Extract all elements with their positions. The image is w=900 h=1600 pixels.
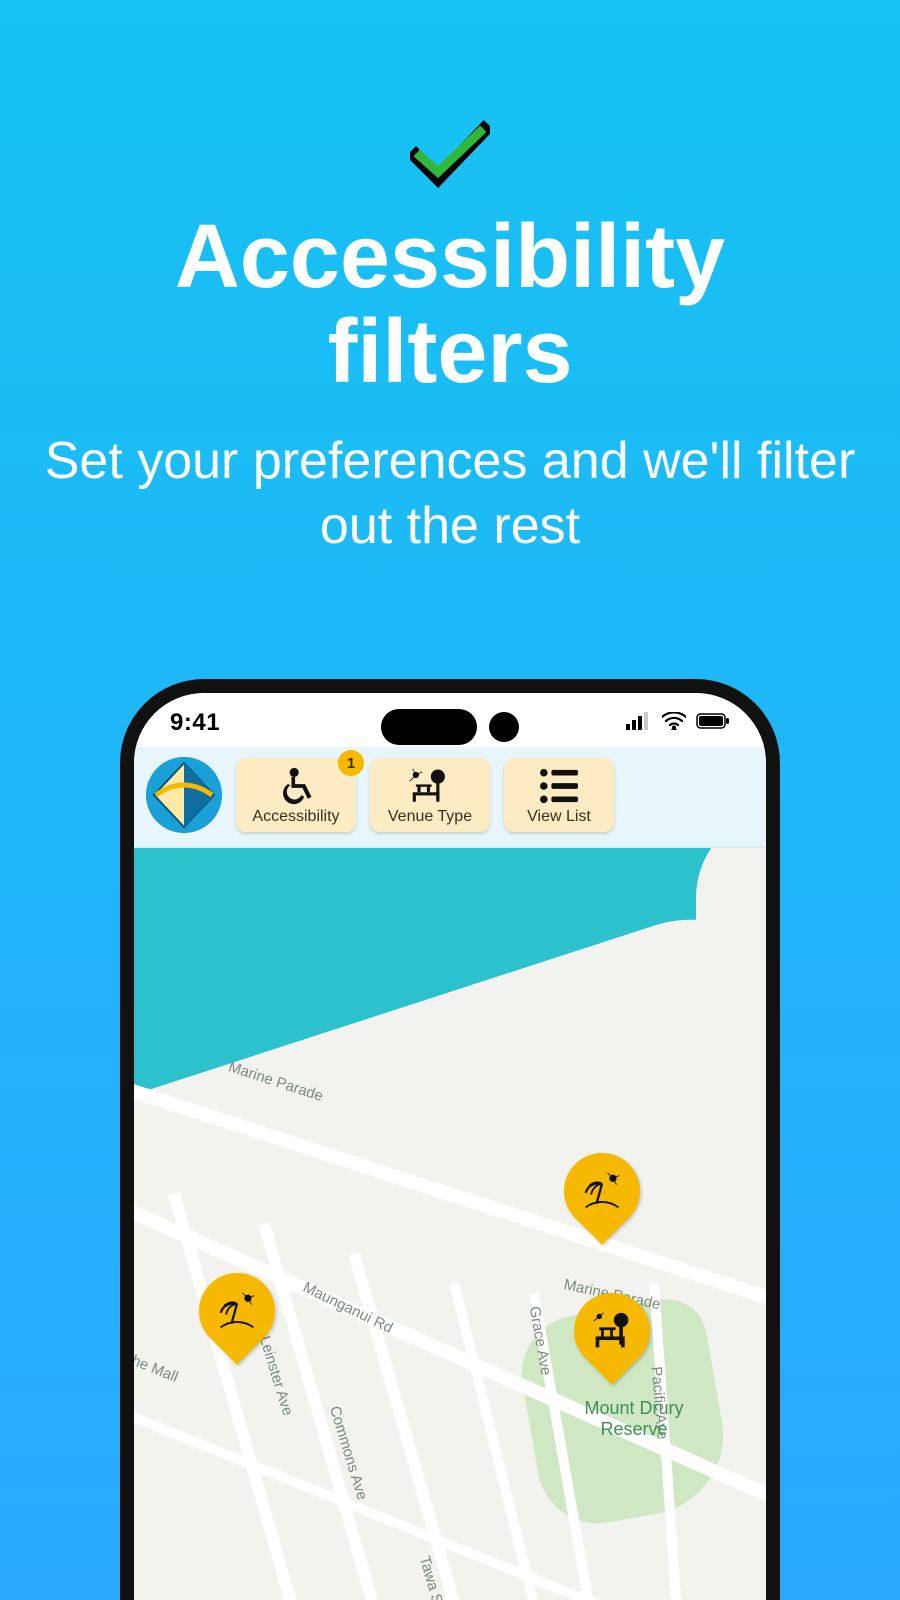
accessibility-label: Accessibility [252, 808, 339, 826]
venue-type-filter-button[interactable]: Venue Type [370, 758, 490, 832]
accessibility-filter-button[interactable]: 1 Accessibility [236, 758, 356, 832]
venue-type-label: Venue Type [388, 808, 472, 826]
hero-subtitle: Set your preferences and we'll filter ou… [40, 429, 860, 559]
map-pin-beach[interactable] [564, 1153, 640, 1249]
view-list-button[interactable]: View List [504, 758, 614, 832]
map-pin-park[interactable] [574, 1293, 650, 1389]
promo-screen: Accessibility filters Set your preferenc… [0, 0, 900, 1600]
wheelchair-icon [274, 766, 318, 806]
hero-block: Accessibility filters Set your preferenc… [40, 120, 860, 559]
app-logo[interactable] [146, 757, 222, 833]
map-pin-beach[interactable] [199, 1273, 275, 1369]
hero-title: Accessibility filters [40, 210, 860, 399]
park-label: Mount Drury Reserve [554, 1398, 714, 1439]
phone-mockup: 9:41 [120, 679, 780, 1600]
app-toolbar: 1 Accessibility [134, 747, 766, 848]
battery-icon [696, 712, 730, 735]
list-icon [537, 766, 581, 806]
dynamic-island [381, 709, 519, 745]
accessibility-badge: 1 [338, 750, 364, 776]
status-time: 9:41 [170, 709, 220, 737]
view-list-label: View List [527, 808, 591, 826]
checkmark-icon [410, 120, 490, 190]
cellular-icon [626, 712, 652, 735]
wifi-icon [662, 712, 686, 735]
venue-type-icon [408, 766, 452, 806]
map-view[interactable]: Marine Parade Marine Parade Maunganui Rd… [134, 848, 766, 1600]
